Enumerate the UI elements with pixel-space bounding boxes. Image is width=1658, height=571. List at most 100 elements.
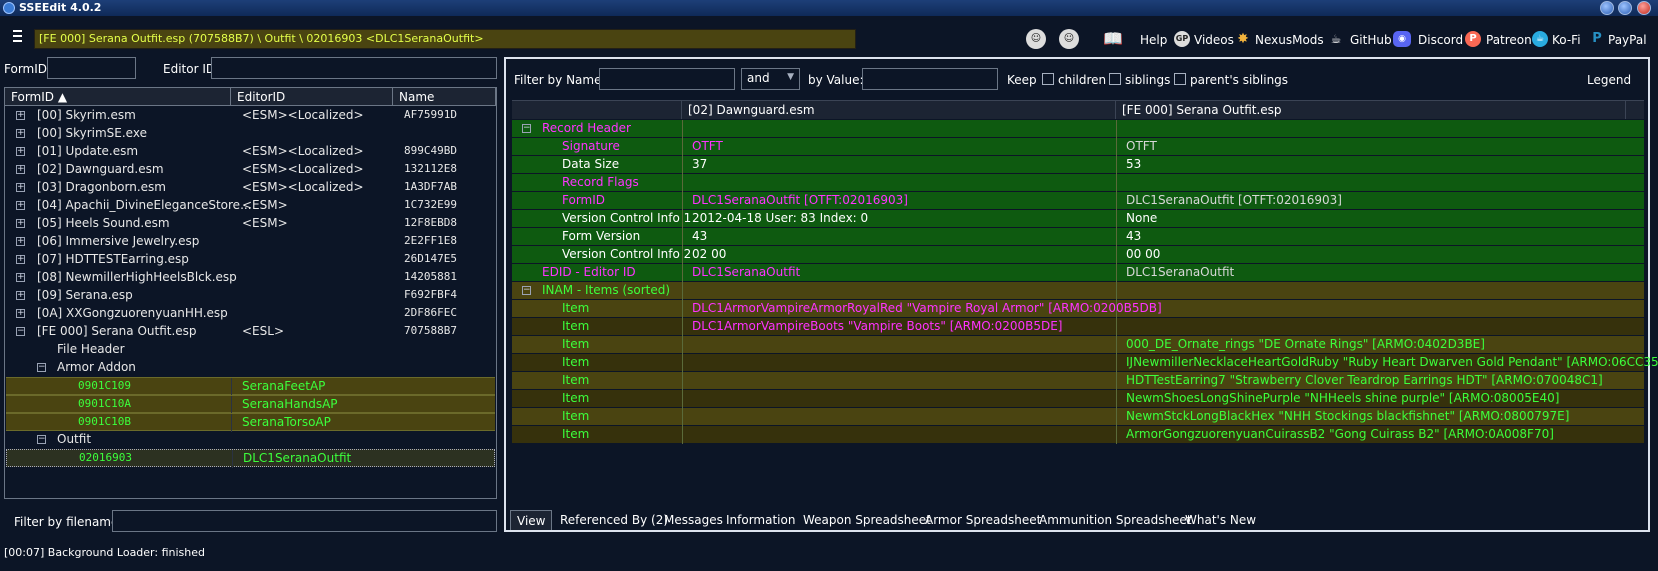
grid-row[interactable]: EDID - Editor ID DLC1SeranaOutfit DLC1Sera…: [512, 264, 1644, 282]
expand-icon[interactable]: +: [16, 255, 25, 264]
legend-button[interactable]: Legend: [1587, 73, 1631, 87]
tab-whats-new[interactable]: What's New: [1179, 510, 1262, 530]
grid-row[interactable]: Item 000_DE_Ornate_rings "DE Ornate Rings…: [512, 336, 1644, 354]
column-header-formid[interactable]: FormID ▲: [5, 88, 231, 106]
tree-row[interactable]: + [0A] XXGongzuorenyuanHH.esp 2DF86FEC: [6, 305, 495, 323]
patreon-link[interactable]: Patreon: [1486, 33, 1532, 47]
collapse-icon[interactable]: −: [522, 124, 531, 133]
grid-row[interactable]: FormID DLC1SeranaOutfit [OTFT:02016903] DL…: [512, 192, 1644, 210]
grid-row[interactable]: Signature OTFT OTFT: [512, 138, 1644, 156]
tree-row[interactable]: 0901C109 SeranaFeetAP: [6, 377, 495, 396]
grid-header-serana-outfit[interactable]: [FE 000] Serana Outfit.esp: [1116, 101, 1626, 119]
tree-row[interactable]: + [08] NewmillerHighHeelsBlck.esp 14205881: [6, 269, 495, 287]
tab-view[interactable]: View: [510, 510, 553, 530]
tab-ammunition-spreadsheet[interactable]: Ammunition Spreadsheet: [1033, 510, 1198, 530]
smiley-icon[interactable]: ☺: [1026, 29, 1046, 49]
paypal-link[interactable]: PayPal: [1608, 33, 1647, 47]
tree-row[interactable]: − Outfit: [6, 431, 495, 449]
collapse-icon[interactable]: −: [37, 435, 46, 444]
tree-row[interactable]: + [04] Apachii_DivineEleganceStore... <ESM…: [6, 197, 495, 215]
collapse-icon[interactable]: −: [16, 327, 25, 336]
minimize-button[interactable]: [1600, 1, 1614, 15]
kofi-link[interactable]: Ko-Fi: [1552, 33, 1581, 47]
grid-row[interactable]: Version Control Info 2 02 00 00 00: [512, 246, 1644, 264]
record-path-field[interactable]: [FE 000] Serana Outfit.esp (707588B7) \ …: [34, 29, 856, 49]
nexusmods-link[interactable]: NexusMods: [1255, 33, 1324, 47]
tree-row[interactable]: 0901C10A SeranaHandsAP: [6, 395, 495, 414]
tree-row[interactable]: + [07] HDTTESTEarring.esp 26D147E5: [6, 251, 495, 269]
and-or-select[interactable]: and ▼: [741, 68, 800, 90]
smiley-icon-2[interactable]: ☺: [1059, 29, 1079, 49]
grid-row[interactable]: − INAM - Items (sorted): [512, 282, 1644, 300]
help-link[interactable]: Help: [1140, 33, 1167, 47]
expand-icon[interactable]: +: [16, 165, 25, 174]
tree-row-selected[interactable]: 02016903 DLC1SeranaOutfit: [6, 449, 495, 468]
grid-row[interactable]: Item NewmStckLongBlackHex "NHH Stockings …: [512, 408, 1644, 426]
tree-row[interactable]: + [01] Update.esm <ESM><Localized> 899C49BD: [6, 143, 495, 161]
collapse-icon[interactable]: −: [37, 363, 46, 372]
close-button[interactable]: [1637, 1, 1651, 15]
record-tree[interactable]: FormID ▲ EditorID Name + [00] Skyrim.esm <…: [4, 87, 497, 499]
filter-value-input[interactable]: [862, 68, 998, 90]
github-link[interactable]: GitHub: [1350, 33, 1392, 47]
tree-row[interactable]: 0901C10B SeranaTorsoAP: [6, 413, 495, 432]
tree-row[interactable]: + [00] SkyrimSE.exe: [6, 125, 495, 143]
tree-row[interactable]: + [05] Heels Sound.esm <ESM> 12F8EBD8: [6, 215, 495, 233]
expand-icon[interactable]: +: [16, 111, 25, 120]
grid-header-dawnguard[interactable]: [02] Dawnguard.esm: [682, 101, 1116, 119]
tree-row[interactable]: − [FE 000] Serana Outfit.esp <ESL> 707588B7: [6, 323, 495, 341]
tree-row[interactable]: − Armor Addon: [6, 359, 495, 377]
tab-referenced-by[interactable]: Referenced By (2): [554, 510, 674, 530]
chevron-down-icon: ▼: [787, 72, 794, 82]
tab-information[interactable]: Information: [720, 510, 801, 530]
tree-row[interactable]: + [00] Skyrim.esm <ESM><Localized> AF75991D: [6, 107, 495, 125]
grid-row[interactable]: − Record Header: [512, 120, 1644, 138]
tree-row[interactable]: File Header: [6, 341, 495, 359]
filter-filename-input[interactable]: [112, 510, 497, 532]
grid-row[interactable]: Version Control Info 1 2012-04-18 User: 8…: [512, 210, 1644, 228]
column-header-editorid[interactable]: EditorID: [231, 88, 393, 106]
tree-row[interactable]: + [03] Dragonborn.esm <ESM><Localized> 1A3D…: [6, 179, 495, 197]
grid-row[interactable]: Item DLC1ArmorVampireArmorRoyalRed "Vampi…: [512, 300, 1644, 318]
grid-row[interactable]: Data Size 37 53: [512, 156, 1644, 174]
videos-icon: GP: [1174, 31, 1190, 47]
tab-armor-spreadsheet[interactable]: Armor Spreadsheet: [919, 510, 1047, 530]
book-icon[interactable]: 📖: [1094, 29, 1132, 49]
hamburger-menu-icon[interactable]: [10, 30, 26, 46]
formid-input[interactable]: [47, 57, 136, 79]
grid-row[interactable]: Item NewmShoesLongShinePurple "NHHeels sh…: [512, 390, 1644, 408]
parents-siblings-checkbox[interactable]: [1174, 73, 1186, 85]
expand-icon[interactable]: +: [16, 273, 25, 282]
expand-icon[interactable]: +: [16, 309, 25, 318]
children-checkbox[interactable]: [1042, 73, 1054, 85]
expand-icon[interactable]: +: [16, 183, 25, 192]
discord-link[interactable]: Discord: [1418, 33, 1463, 47]
maximize-button[interactable]: [1618, 1, 1632, 15]
record-grid[interactable]: [02] Dawnguard.esm [FE 000] Serana Outfi…: [512, 100, 1658, 498]
filter-name-input[interactable]: [599, 68, 735, 90]
tree-row[interactable]: + [09] Serana.esp F692FBF4: [6, 287, 495, 305]
expand-icon[interactable]: +: [16, 147, 25, 156]
tree-row[interactable]: + [02] Dawnguard.esm <ESM><Localized> 13211…: [6, 161, 495, 179]
expand-icon[interactable]: +: [16, 219, 25, 228]
expand-icon[interactable]: +: [16, 291, 25, 300]
github-icon: ☕: [1330, 32, 1342, 46]
videos-link[interactable]: Videos: [1194, 33, 1234, 47]
expand-icon[interactable]: +: [16, 201, 25, 210]
siblings-checkbox[interactable]: [1109, 73, 1121, 85]
by-value-label: by Value:: [808, 73, 864, 87]
tab-weapon-spreadsheet[interactable]: Weapon Spreadsheet: [797, 510, 937, 530]
grid-row[interactable]: Item ArmorGongzuorenyuanCuirassB2 "Gong C…: [512, 426, 1644, 444]
tree-row[interactable]: + [06] Immersive Jewelry.esp 2E2FF1E8: [6, 233, 495, 251]
grid-row[interactable]: Item DLC1ArmorVampireBoots "Vampire Boots…: [512, 318, 1644, 336]
tab-messages[interactable]: Messages: [658, 510, 729, 530]
collapse-icon[interactable]: −: [522, 286, 531, 295]
grid-row[interactable]: Form Version 43 43: [512, 228, 1644, 246]
grid-row[interactable]: Record Flags: [512, 174, 1644, 192]
expand-icon[interactable]: +: [16, 129, 25, 138]
column-header-name[interactable]: Name: [393, 88, 496, 106]
grid-row[interactable]: Item IJNewmillerNecklaceHeartGoldRuby "Ru…: [512, 354, 1658, 372]
editorid-input[interactable]: [211, 57, 497, 79]
expand-icon[interactable]: +: [16, 237, 25, 246]
grid-row[interactable]: Item HDTTestEarring7 "Strawberry Clover T…: [512, 372, 1644, 390]
